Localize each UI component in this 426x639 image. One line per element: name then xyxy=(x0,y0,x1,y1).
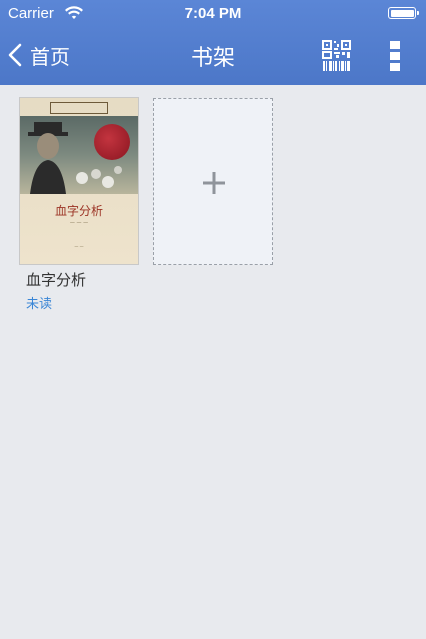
top-bar: Carrier 7:04 PM 首页 书架 xyxy=(0,0,426,85)
book-read-status: 未读 xyxy=(26,297,53,312)
cover-author-line: — — — xyxy=(69,220,89,226)
book-cover[interactable]: 血字分析 — — — — — xyxy=(19,97,139,265)
book-item[interactable]: 血字分析 — — — — — 血字分析 未读 xyxy=(19,97,139,312)
bookshelf: 血字分析 — — — — — 血字分析 未读 xyxy=(0,85,426,639)
status-bar: Carrier 7:04 PM xyxy=(0,0,426,28)
cover-title: 血字分析 xyxy=(54,204,103,218)
add-book-button[interactable] xyxy=(153,98,273,265)
cover-series-band xyxy=(50,102,108,114)
status-time: 7:04 PM xyxy=(184,5,242,22)
navigation-bar: 首页 书架 xyxy=(0,28,426,85)
wax-seal-icon xyxy=(94,124,130,160)
page-title: 书架 xyxy=(190,46,235,71)
menu-dot-icon xyxy=(390,63,400,71)
cover-publisher-line: — — xyxy=(74,244,84,249)
qr-code-icon[interactable] xyxy=(322,40,351,71)
more-menu-button[interactable] xyxy=(390,41,402,71)
battery-icon xyxy=(388,7,419,19)
menu-dot-icon xyxy=(390,52,400,60)
book-title: 血字分析 xyxy=(26,271,87,289)
menu-dot-icon xyxy=(390,41,400,49)
plus-icon xyxy=(203,172,225,194)
